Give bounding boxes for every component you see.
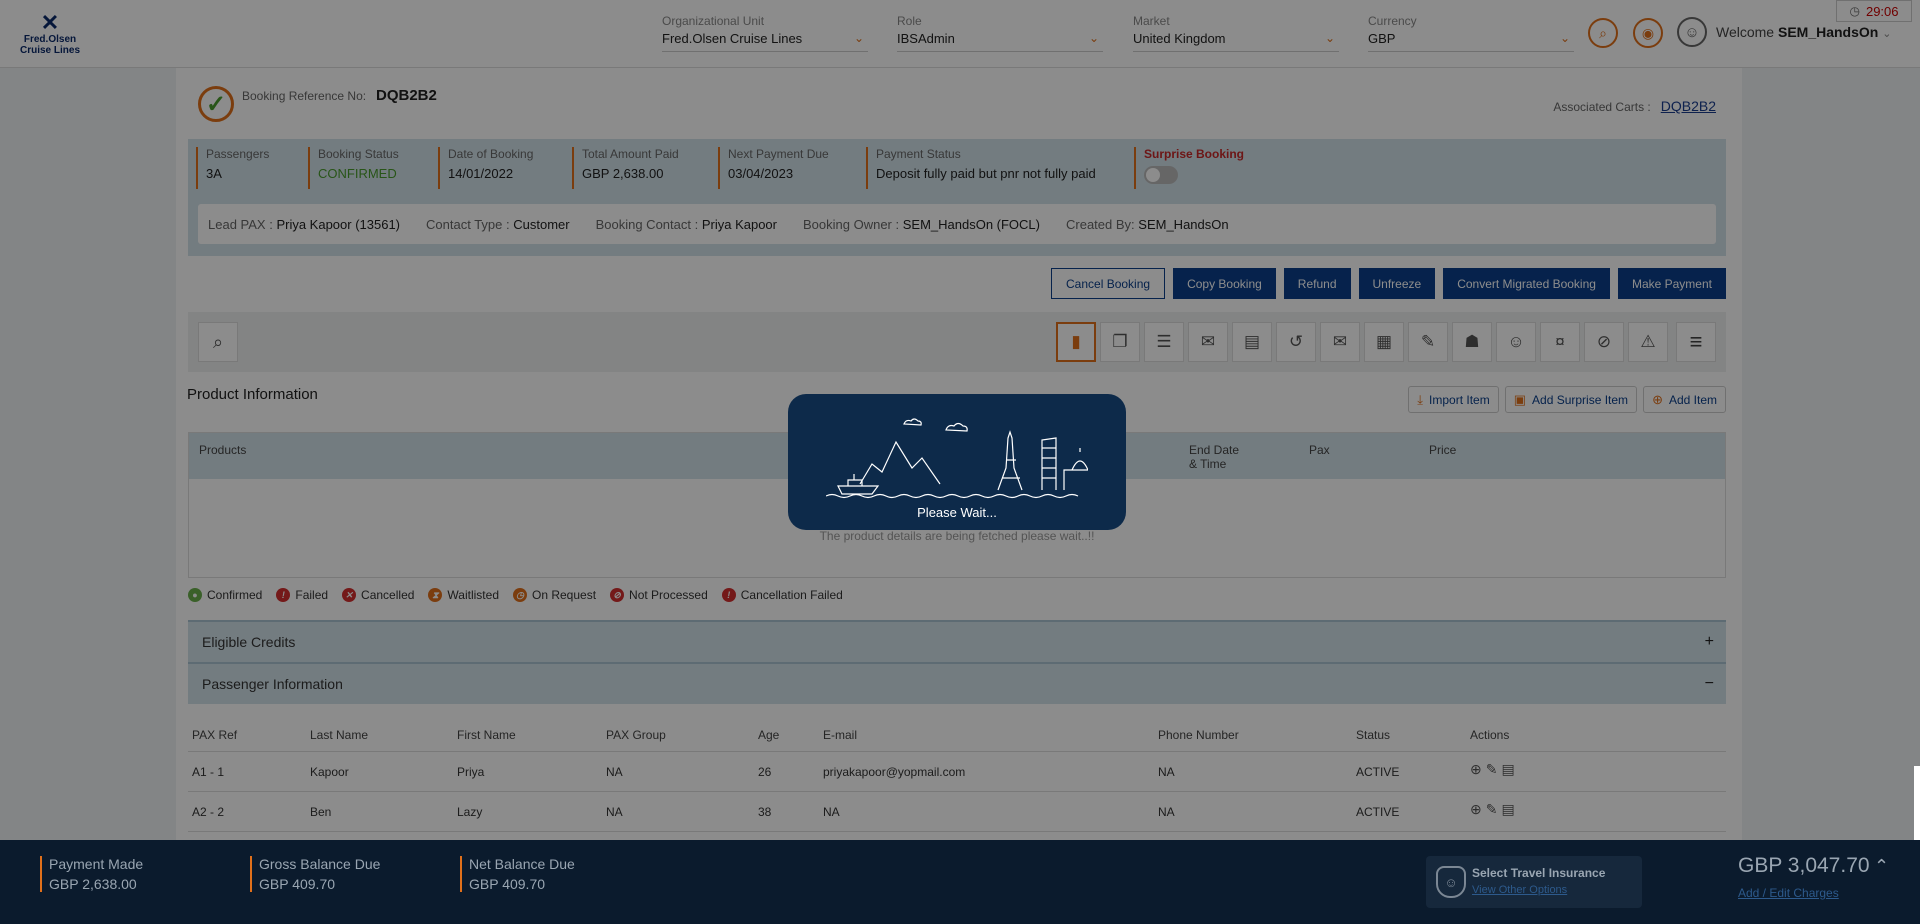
net-balance: Net Balance Due GBP 409.70 xyxy=(460,856,575,892)
chevron-up-icon[interactable]: ⌃ xyxy=(1874,856,1889,877)
total-amount: GBP 3,047.70 xyxy=(1738,854,1870,877)
travel-insurance-card[interactable]: ☺ Select Travel Insurance View Other Opt… xyxy=(1426,856,1642,908)
gross-balance-value: GBP 409.70 xyxy=(259,876,336,892)
balance-footer: Payment Made GBP 2,638.00 Gross Balance … xyxy=(0,840,1920,924)
add-edit-charges-link[interactable]: Add / Edit Charges xyxy=(1738,886,1839,900)
gross-balance-label: Gross Balance Due xyxy=(259,856,381,872)
net-balance-value: GBP 409.70 xyxy=(469,876,546,892)
view-other-options-link[interactable]: View Other Options xyxy=(1472,884,1567,896)
travel-landmarks-illustration xyxy=(826,418,1088,499)
payment-made: Payment Made GBP 2,638.00 xyxy=(40,856,143,892)
gross-balance: Gross Balance Due GBP 409.70 xyxy=(250,856,380,892)
scrollbar-edge[interactable] xyxy=(1914,766,1920,840)
loading-modal: Please Wait... xyxy=(788,394,1126,530)
insurance-title: Select Travel Insurance xyxy=(1472,866,1606,880)
payment-made-value: GBP 2,638.00 xyxy=(49,876,137,892)
shield-user-icon: ☺ xyxy=(1436,866,1466,898)
please-wait-text: Please Wait... xyxy=(917,505,997,520)
net-balance-label: Net Balance Due xyxy=(469,856,575,872)
payment-made-label: Payment Made xyxy=(49,856,144,872)
